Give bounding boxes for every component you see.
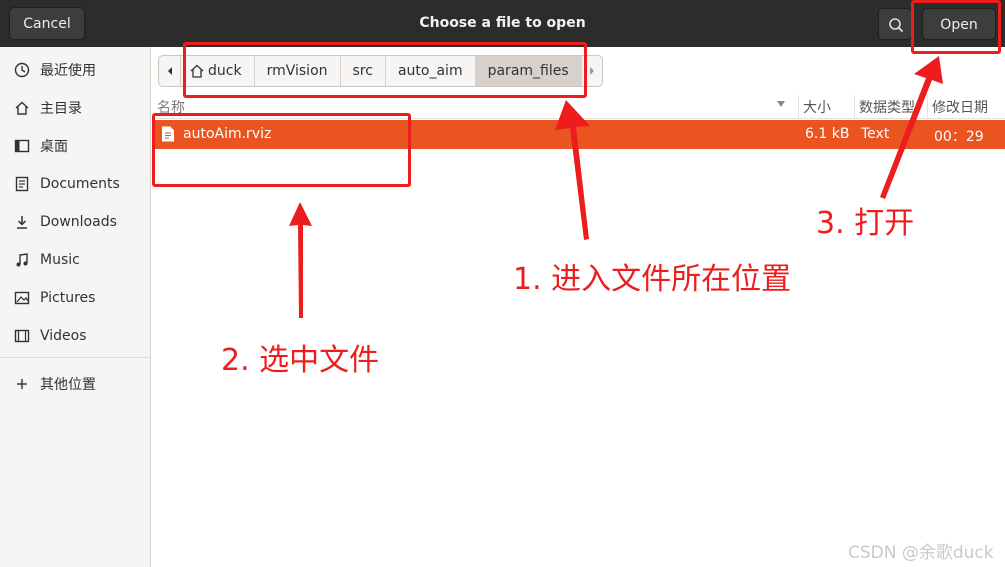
- column-divider: [854, 95, 855, 119]
- sidebar-item-documents[interactable]: Documents: [0, 167, 150, 201]
- sidebar-item-label: Music: [40, 252, 80, 268]
- sidebar-item-other-locations[interactable]: 其他位置: [0, 367, 150, 401]
- music-icon: [0, 252, 40, 268]
- sidebar-item-label: 桌面: [40, 139, 68, 155]
- sidebar-item-label: 主目录: [40, 101, 82, 117]
- sidebar-item-label: Videos: [40, 328, 87, 344]
- search-button[interactable]: [878, 8, 912, 40]
- column-header-type[interactable]: 数据类型: [859, 97, 915, 117]
- column-divider: [927, 95, 928, 119]
- sidebar-item-label: Documents: [40, 176, 120, 192]
- cancel-button[interactable]: Cancel: [9, 7, 85, 40]
- places-sidebar: 最近使用 主目录 桌面 Documents Downloads Music Pi…: [0, 47, 151, 567]
- sidebar-item-music[interactable]: Music: [0, 243, 150, 277]
- videos-icon: [0, 328, 40, 344]
- arrow-step2: [289, 202, 312, 318]
- file-modified: 00：29: [934, 129, 984, 145]
- column-header-modified[interactable]: 修改日期: [932, 97, 988, 117]
- documents-icon: [0, 176, 40, 192]
- header-bar: Cancel Choose a file to open Open: [0, 0, 1005, 47]
- sidebar-item-videos[interactable]: Videos: [0, 319, 150, 353]
- column-divider: [798, 95, 799, 119]
- search-icon: [889, 18, 903, 32]
- chevron-right-icon: [589, 67, 594, 75]
- pictures-icon: [0, 290, 40, 306]
- dialog-title: Choose a file to open: [419, 15, 586, 31]
- annotation-box-pathbar: [183, 42, 587, 98]
- chevron-left-icon: [167, 67, 172, 75]
- sidebar-item-label: Pictures: [40, 290, 96, 306]
- sort-descending-icon: [777, 101, 785, 107]
- column-header-size[interactable]: 大小: [803, 97, 831, 117]
- desktop-icon: [0, 138, 40, 154]
- sidebar-item-recent[interactable]: 最近使用: [0, 53, 150, 87]
- sidebar-item-downloads[interactable]: Downloads: [0, 205, 150, 239]
- sidebar-item-desktop[interactable]: 桌面: [0, 129, 150, 163]
- plus-icon: [0, 376, 40, 392]
- annotation-step3-label: 3. 打开: [816, 206, 915, 241]
- annotation-step2-label: 2. 选中文件: [221, 343, 380, 378]
- annotation-step1-label: 1. 进入文件所在位置: [513, 262, 792, 297]
- file-chooser-dialog: Cancel Choose a file to open Open 最近使用 主…: [0, 0, 1005, 567]
- sidebar-item-label: 其他位置: [40, 377, 96, 393]
- home-icon: [0, 100, 40, 116]
- download-icon: [0, 214, 40, 230]
- watermark: CSDN @余歌duck: [848, 543, 994, 563]
- file-size: 6.1 kB: [805, 126, 850, 142]
- sidebar-item-home[interactable]: 主目录: [0, 91, 150, 125]
- clock-icon: [0, 62, 40, 78]
- annotation-box-open: [911, 0, 1001, 54]
- annotation-box-file: [152, 113, 411, 187]
- path-scroll-left-button[interactable]: [159, 56, 181, 86]
- sidebar-item-label: Downloads: [40, 214, 117, 230]
- file-type: Text: [861, 126, 890, 142]
- sidebar-item-pictures[interactable]: Pictures: [0, 281, 150, 315]
- sidebar-divider: [0, 357, 150, 358]
- sidebar-item-label: 最近使用: [40, 63, 96, 79]
